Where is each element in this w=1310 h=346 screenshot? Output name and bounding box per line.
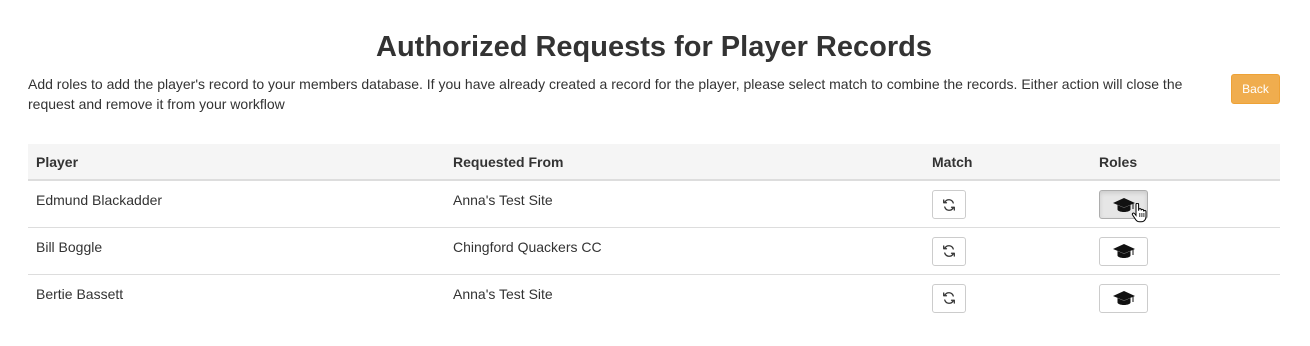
table-row: Bill Boggle Chingford Quackers CC bbox=[28, 227, 1280, 275]
page-description: Add roles to add the player's record to … bbox=[28, 76, 1183, 112]
match-button[interactable] bbox=[932, 236, 966, 266]
roles-button[interactable] bbox=[1099, 190, 1148, 219]
table-header-row: Player Requested From Match Roles bbox=[28, 144, 1280, 181]
player-name: Bertie Bassett bbox=[36, 285, 124, 302]
player-name: Edmund Blackadder bbox=[36, 192, 163, 208]
match-button[interactable] bbox=[932, 190, 966, 219]
graduation-cap-icon bbox=[1112, 197, 1135, 212]
refresh-icon bbox=[943, 292, 955, 304]
match-cell bbox=[924, 274, 1091, 321]
graduation-cap-icon bbox=[1112, 244, 1135, 258]
refresh-icon bbox=[943, 198, 955, 211]
roles-button[interactable] bbox=[1099, 283, 1148, 313]
column-header-requested-from: Requested From bbox=[445, 144, 924, 181]
requested-from-site: Chingford Quackers CC bbox=[453, 238, 602, 255]
roles-cell bbox=[1091, 180, 1280, 228]
roles-button[interactable] bbox=[1099, 236, 1148, 266]
requests-table: Player Requested From Match Roles Edmund… bbox=[28, 144, 1280, 321]
table-row: Bertie Bassett Anna's Test Site bbox=[28, 274, 1280, 321]
player-name: Bill Boggle bbox=[36, 238, 103, 255]
roles-cell bbox=[1091, 274, 1280, 321]
player-cell: Bill Boggle bbox=[28, 227, 445, 275]
column-header-roles: Roles bbox=[1091, 144, 1280, 181]
player-cell: Edmund Blackadder bbox=[28, 180, 445, 228]
player-cell: Bertie Bassett bbox=[28, 274, 445, 321]
roles-cell bbox=[1091, 227, 1280, 275]
requested-from-cell: Anna's Test Site bbox=[445, 180, 924, 228]
match-cell bbox=[924, 227, 1091, 275]
requested-from-cell: Chingford Quackers CC bbox=[445, 227, 924, 275]
match-button[interactable] bbox=[932, 283, 966, 313]
requested-from-site: Anna's Test Site bbox=[453, 192, 553, 208]
refresh-icon bbox=[943, 245, 955, 257]
column-header-match: Match bbox=[924, 144, 1091, 181]
graduation-cap-icon bbox=[1112, 291, 1135, 305]
match-cell bbox=[924, 180, 1091, 228]
requested-from-site: Anna's Test Site bbox=[453, 285, 553, 302]
column-header-player: Player bbox=[28, 144, 445, 181]
page-title: Authorized Requests for Player Records bbox=[376, 31, 932, 63]
back-button[interactable]: Back bbox=[1231, 74, 1280, 104]
requested-from-cell: Anna's Test Site bbox=[445, 274, 924, 321]
table-row: Edmund Blackadder Anna's Test Site bbox=[28, 180, 1280, 228]
